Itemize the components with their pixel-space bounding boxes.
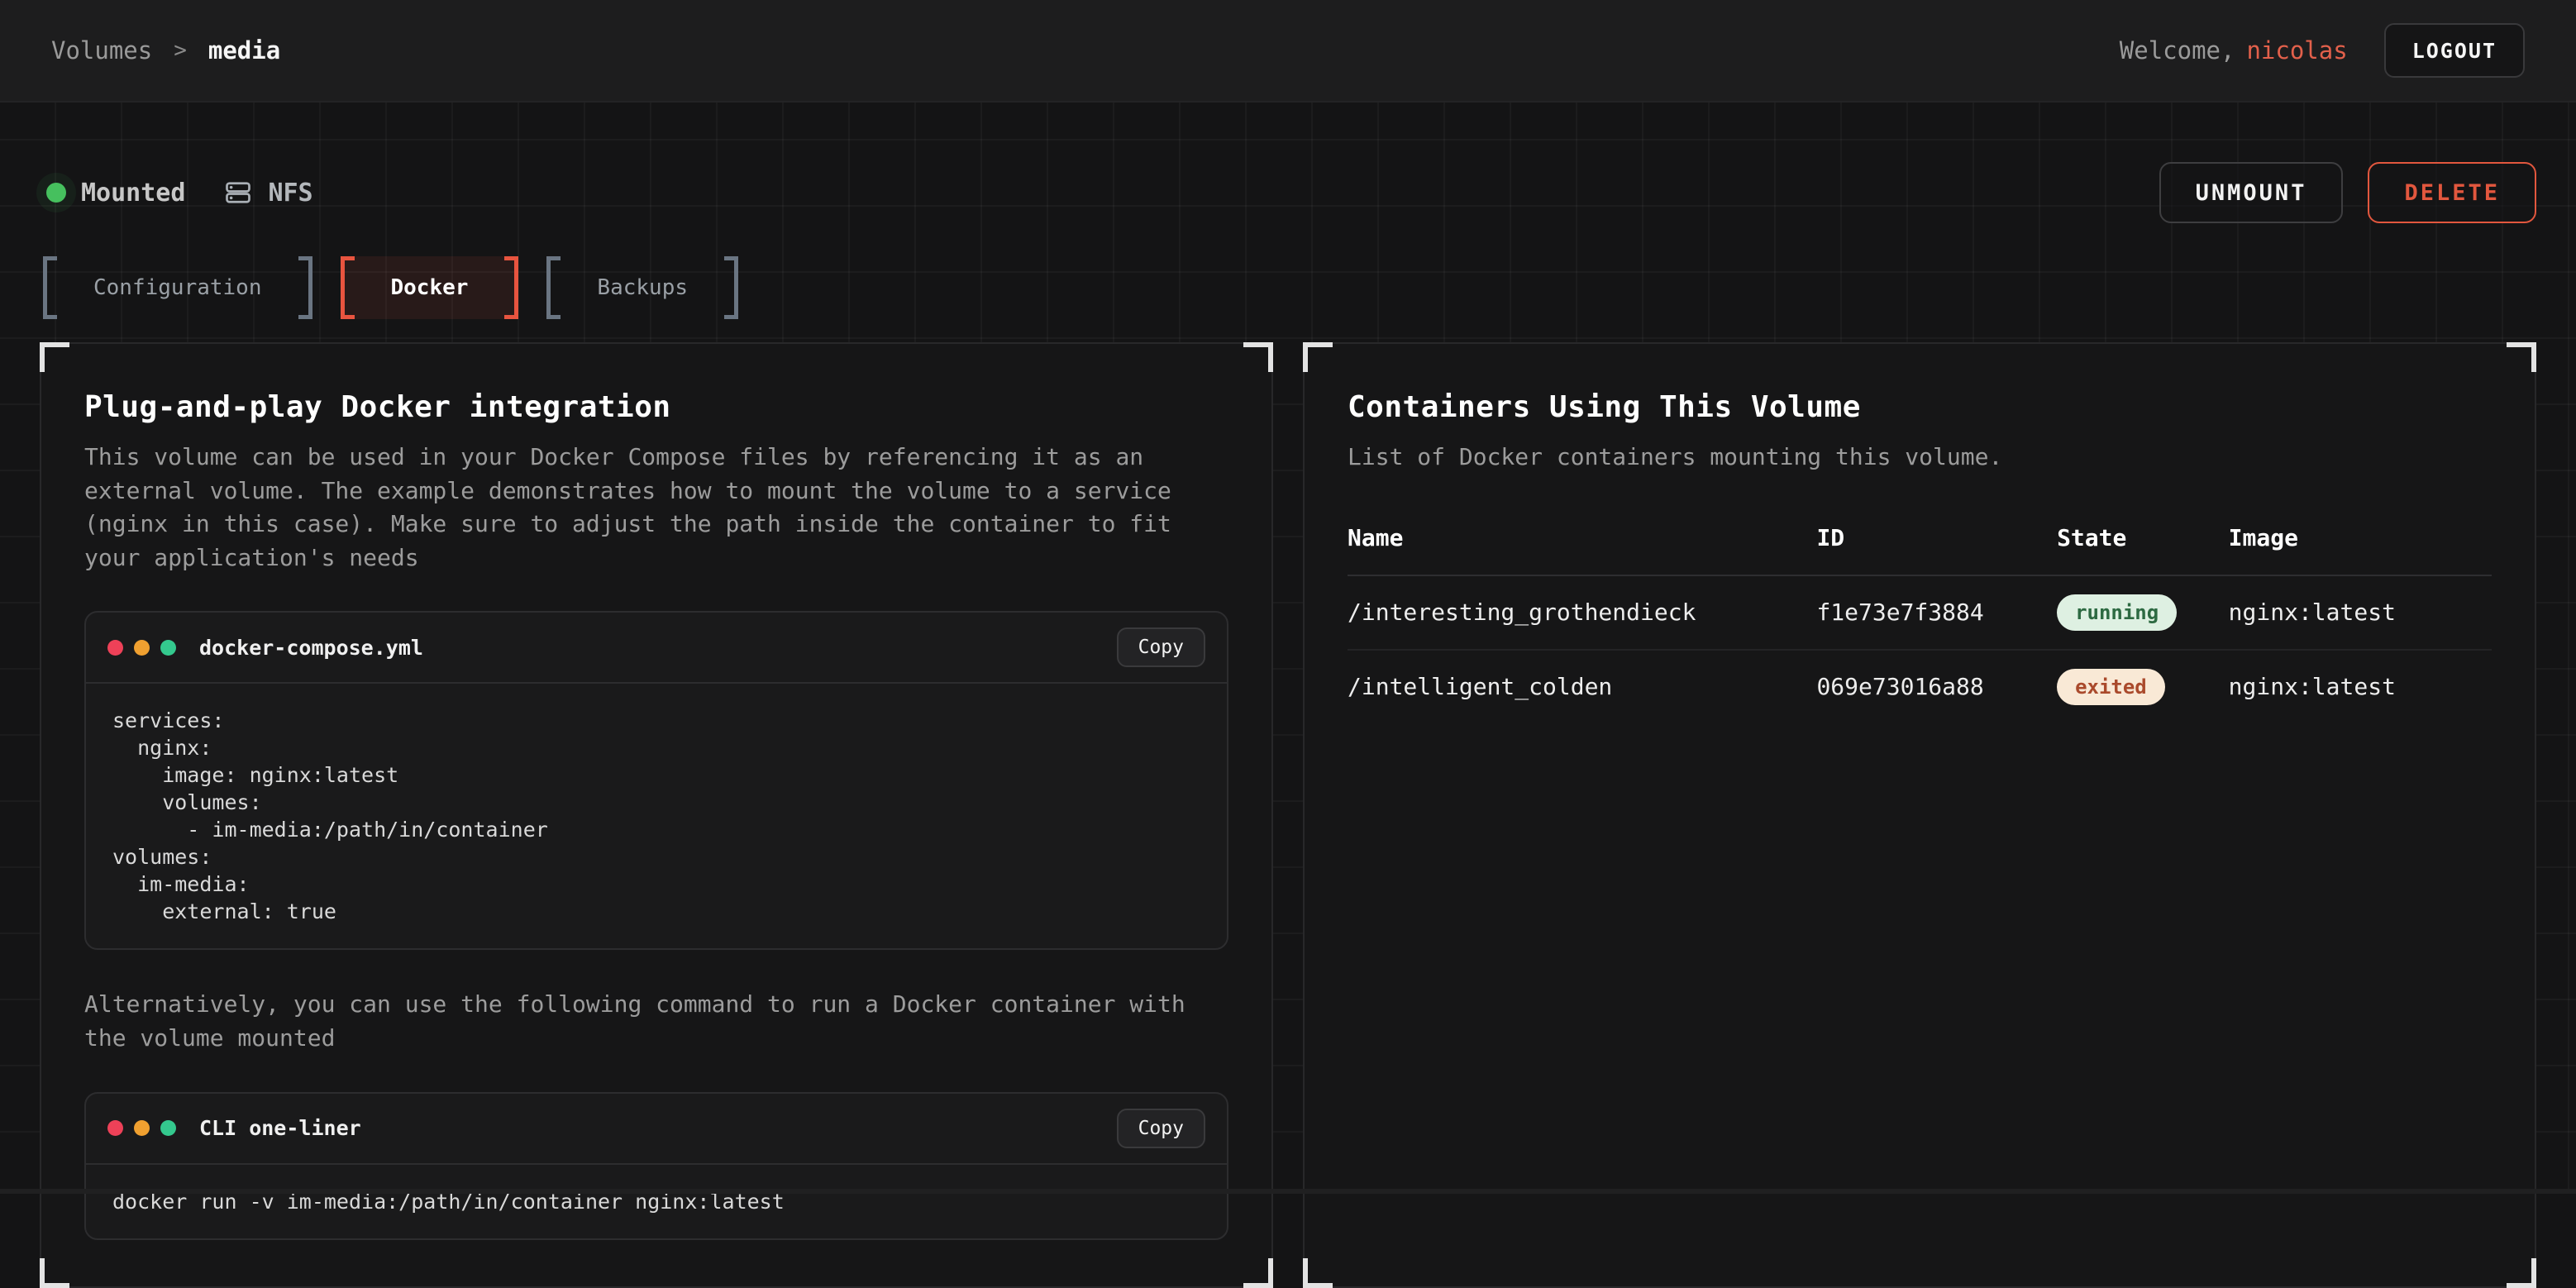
window-dot-green-icon [160, 1120, 176, 1136]
breadcrumb-volumes-link[interactable]: Volumes [51, 36, 152, 64]
unmount-button[interactable]: UNMOUNT [2159, 162, 2344, 223]
status-row: Mounted NFS UNMOUNT DELETE [40, 103, 2536, 223]
corner-bracket-icon [2507, 1258, 2536, 1288]
containers-table: Name ID State Image /interesting_grothen… [1348, 524, 2492, 723]
corner-bracket-icon [40, 1258, 69, 1288]
compose-code-header: docker-compose.yml Copy [86, 613, 1227, 684]
bracket-right-icon [504, 256, 518, 319]
mounted-status-dot-icon [46, 183, 66, 203]
tab-configuration-label: Configuration [57, 256, 298, 319]
cli-code-block: CLI one-liner Copy docker run -v im-medi… [84, 1092, 1228, 1240]
docker-panel-title: Plug-and-play Docker integration [84, 390, 1228, 424]
panels-row: Plug-and-play Docker integration This vo… [40, 342, 2536, 1288]
topbar: Volumes > media Welcome, nicolas LOGOUT [0, 0, 2576, 103]
cli-code-header: CLI one-liner Copy [86, 1094, 1227, 1165]
containers-panel-subtitle: List of Docker containers mounting this … [1348, 441, 2492, 475]
cli-code-content: docker run -v im-media:/path/in/containe… [86, 1165, 1227, 1238]
status-badge: running [2057, 594, 2177, 631]
tab-docker-label: Docker [355, 256, 505, 319]
window-traffic-lights-icon [107, 1120, 176, 1136]
window-dot-amber-icon [134, 640, 150, 656]
container-state: running [2057, 575, 2229, 650]
footer-strip [0, 1189, 2576, 1194]
bracket-right-icon [724, 256, 738, 319]
window-traffic-lights-icon [107, 640, 176, 656]
docker-panel-description: This volume can be used in your Docker C… [84, 441, 1228, 575]
bracket-left-icon [546, 256, 561, 319]
containers-table-header-row: Name ID State Image [1348, 524, 2492, 575]
status-badge: exited [2057, 669, 2165, 705]
bracket-right-icon [298, 256, 312, 319]
window-dot-red-icon [107, 1120, 123, 1136]
table-row: /intelligent_colden 069e73016a88 exited … [1348, 650, 2492, 723]
window-dot-amber-icon [134, 1120, 150, 1136]
table-row: /interesting_grothendieck f1e73e7f3884 r… [1348, 575, 2492, 650]
tab-backups-label: Backups [561, 256, 724, 319]
container-image: nginx:latest [2229, 575, 2492, 650]
mount-status: Mounted [46, 179, 185, 208]
column-header-name: Name [1348, 524, 1816, 575]
containers-panel-title: Containers Using This Volume [1348, 390, 2492, 424]
cli-title: CLI one-liner [199, 1116, 361, 1140]
container-name: /intelligent_colden [1348, 650, 1816, 723]
chevron-right-icon: > [174, 38, 187, 63]
tab-backups[interactable]: Backups [546, 256, 738, 319]
cli-intro-text: Alternatively, you can use the following… [84, 988, 1228, 1055]
volume-actions: UNMOUNT DELETE [2159, 162, 2536, 223]
corner-bracket-icon [2507, 342, 2536, 372]
window-dot-red-icon [107, 640, 123, 656]
cli-copy-button[interactable]: Copy [1117, 1109, 1205, 1148]
welcome-text: Welcome, nicolas [2120, 36, 2348, 64]
delete-button[interactable]: DELETE [2368, 162, 2536, 223]
bracket-left-icon [43, 256, 57, 319]
docker-integration-panel: Plug-and-play Docker integration This vo… [40, 342, 1273, 1288]
welcome-prefix: Welcome, [2120, 36, 2235, 64]
mount-status-label: Mounted [81, 179, 185, 208]
corner-bracket-icon [1243, 1258, 1273, 1288]
tab-docker[interactable]: Docker [341, 256, 519, 319]
bracket-left-icon [341, 256, 355, 319]
volume-status-group: Mounted NFS [40, 178, 313, 208]
username: nicolas [2246, 36, 2347, 64]
corner-bracket-icon [1243, 342, 1273, 372]
compose-code-block: docker-compose.yml Copy services: nginx:… [84, 611, 1228, 950]
column-header-image: Image [2229, 524, 2492, 575]
container-id: f1e73e7f3884 [1816, 575, 2057, 650]
compose-copy-button[interactable]: Copy [1117, 627, 1205, 667]
server-icon [223, 178, 253, 208]
tab-configuration[interactable]: Configuration [43, 256, 312, 319]
container-image: nginx:latest [2229, 650, 2492, 723]
container-id: 069e73016a88 [1816, 650, 2057, 723]
window-dot-green-icon [160, 640, 176, 656]
compose-filename: docker-compose.yml [199, 636, 423, 660]
corner-bracket-icon [1303, 1258, 1333, 1288]
main-content: Mounted NFS UNMOUNT DELETE [0, 103, 2576, 1194]
logout-button[interactable]: LOGOUT [2384, 23, 2525, 78]
container-state: exited [2057, 650, 2229, 723]
compose-code-content: services: nginx: image: nginx:latest vol… [86, 684, 1227, 948]
column-header-id: ID [1816, 524, 2057, 575]
corner-bracket-icon [1303, 342, 1333, 372]
tab-bar: Configuration Docker Backups [40, 256, 2536, 319]
topbar-right: Welcome, nicolas LOGOUT [2120, 23, 2525, 78]
breadcrumb-current-page: media [208, 36, 280, 64]
corner-bracket-icon [40, 342, 69, 372]
container-name: /interesting_grothendieck [1348, 575, 1816, 650]
breadcrumb: Volumes > media [51, 36, 280, 64]
filesystem-type-label: NFS [268, 179, 312, 208]
column-header-state: State [2057, 524, 2229, 575]
filesystem-type: NFS [223, 178, 312, 208]
containers-panel: Containers Using This Volume List of Doc… [1303, 342, 2536, 1288]
